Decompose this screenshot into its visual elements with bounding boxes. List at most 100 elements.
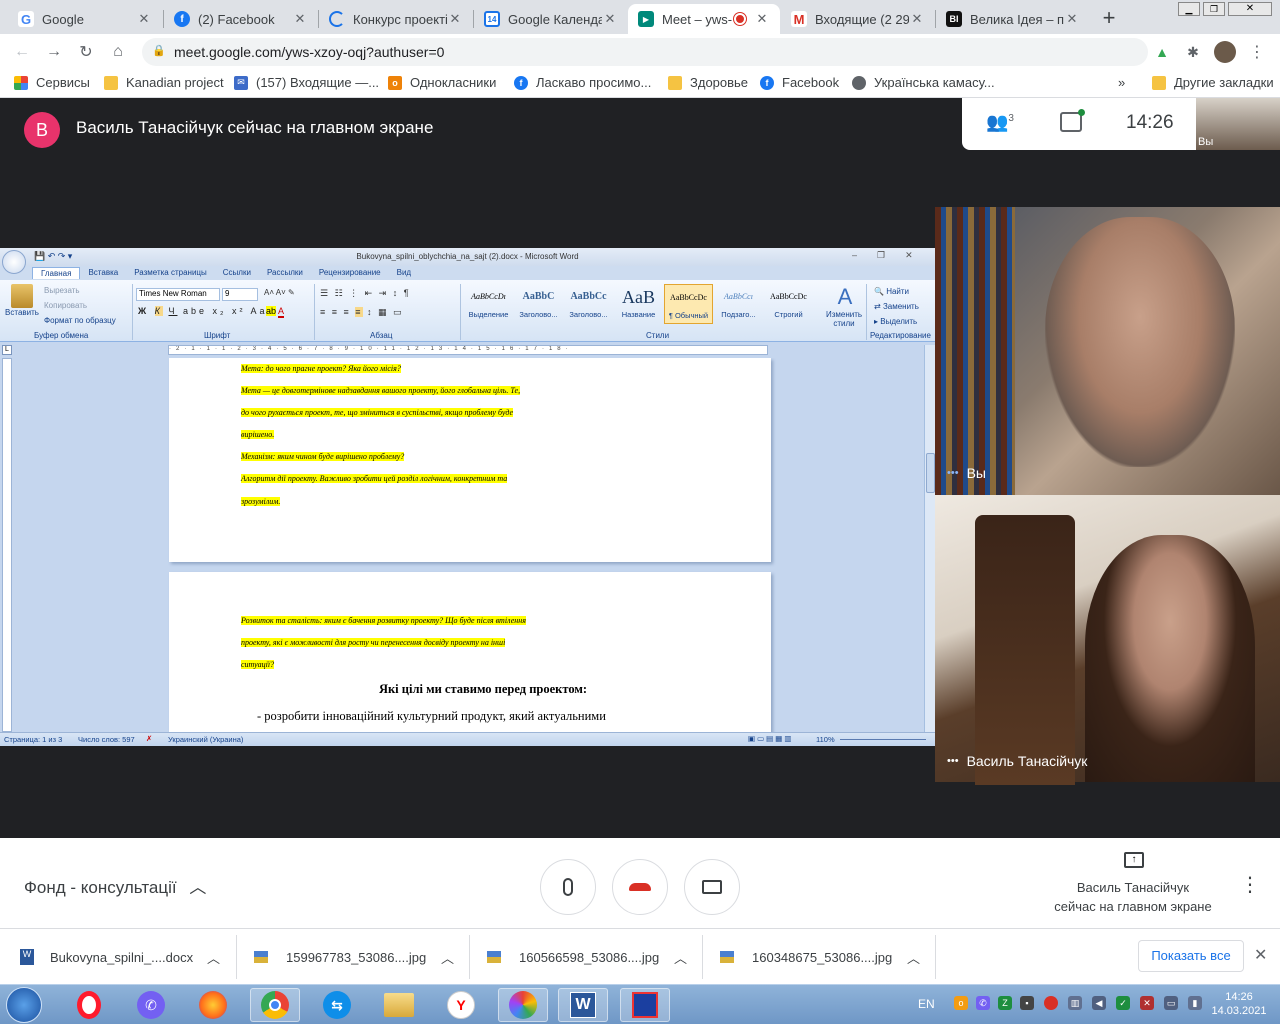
bookmark-kamasutra[interactable]: Українська камасу... (852, 75, 995, 90)
style-gallery-item[interactable]: AaBbCcDc Строгий (764, 284, 813, 324)
bookmark-inbox[interactable]: ✉ (157) Входящие —... (234, 75, 379, 90)
font-grow-shrink-icons[interactable]: A˄ A˅ ✎ (264, 288, 295, 297)
taskbar-firefox[interactable] (188, 988, 238, 1022)
chat-icon[interactable] (1060, 109, 1085, 132)
list-buttons[interactable]: ☰ ☷ ⋮ ⇤ ⇥ ↕ ¶ (320, 288, 411, 299)
tray-flag-icon[interactable]: ✕ (1140, 996, 1154, 1010)
bookmark-odnoklassniki[interactable]: о Однокласники (388, 75, 496, 90)
font-size-select[interactable]: 9 (222, 288, 258, 301)
bookmark-zdorovie[interactable]: Здоровье (668, 75, 748, 90)
tab-stop-selector[interactable]: L (2, 345, 12, 355)
view-mode-buttons[interactable]: ▣▭▤▦▥ (748, 734, 793, 743)
spellcheck-icon[interactable]: ✗ (146, 734, 152, 743)
tray-app-icon[interactable]: ▪ (1020, 996, 1034, 1010)
horizontal-ruler[interactable]: ·2·1·1·1·2·3·4·5·6·7·8·9·10·11·12·13·14·… (168, 345, 768, 355)
home-icon[interactable]: ⌂ (106, 40, 130, 64)
bookmark-facebook[interactable]: f Facebook (760, 75, 839, 90)
close-tab-icon[interactable]: ✕ (602, 11, 618, 27)
tray-check-icon[interactable]: ✓ (1116, 996, 1130, 1010)
window-close-button[interactable]: ✕ (1228, 2, 1272, 16)
taskbar-teamviewer[interactable]: ⇆ (312, 988, 362, 1022)
self-view-thumbnail[interactable]: Вы (1196, 98, 1280, 150)
address-bar[interactable]: 🔒 meet.google.com/yws-xzoy-oqj?authuser=… (142, 38, 1148, 66)
document-canvas[interactable]: Мета: до чого прагне проект? Яка його мі… (14, 358, 924, 732)
close-tab-icon[interactable]: ✕ (447, 11, 463, 27)
download-item[interactable]: 160348675_53086....jpg ︿ (720, 929, 934, 985)
taskbar-picasa[interactable] (498, 988, 548, 1022)
ribbon-tab-insert[interactable]: Вставка (80, 267, 126, 279)
copy-button[interactable]: Копировать (44, 301, 87, 310)
bookmark-other[interactable]: Другие закладки (1152, 75, 1274, 90)
close-tab-icon[interactable]: ✕ (1064, 11, 1080, 27)
close-tab-icon[interactable]: ✕ (136, 11, 152, 27)
tab-gmail[interactable]: M Входящие (2 292 ✕ (781, 4, 935, 34)
reload-icon[interactable]: ↻ (74, 40, 98, 64)
status-language[interactable]: Украинский (Украина) (168, 735, 243, 744)
tab-konkurs[interactable]: Конкурс проекті ✕ (319, 4, 473, 34)
profile-avatar[interactable] (1213, 40, 1237, 64)
download-item[interactable]: 160566598_53086....jpg ︿ (487, 929, 701, 985)
style-gallery-item[interactable]: AaBbCcı Подзаго... (714, 284, 763, 324)
style-gallery-item[interactable]: AaB Название (614, 284, 663, 324)
format-painter-button[interactable]: Формат по образцу (44, 316, 116, 325)
vertical-scrollbar[interactable] (924, 345, 935, 732)
style-gallery-item[interactable]: AaBbCc Заголово... (564, 284, 613, 324)
tray-display-icon[interactable]: ▭ (1164, 996, 1178, 1010)
style-gallery-item[interactable]: AaBbCcDı Выделение (464, 284, 513, 324)
bookmark-kanadian[interactable]: Kanadian project (104, 75, 224, 90)
close-downloads-icon[interactable]: ✕ (1254, 945, 1267, 965)
ribbon-tab-references[interactable]: Ссылки (215, 267, 259, 279)
ribbon-tab-home[interactable]: Главная (32, 267, 81, 279)
taskbar-yandex[interactable]: Y (436, 988, 486, 1022)
puzzle-extensions-icon[interactable]: ✱ (1181, 40, 1205, 64)
chevron-up-icon[interactable]: ︿ (907, 948, 920, 967)
close-tab-icon[interactable]: ✕ (754, 11, 770, 27)
taskbar-viber[interactable]: ✆ (126, 988, 176, 1022)
find-button[interactable]: 🔍 Найти (874, 287, 909, 296)
show-all-downloads-button[interactable]: Показать все (1138, 940, 1244, 972)
zoom-slider[interactable] (840, 739, 926, 740)
taskbar-word[interactable]: W (558, 988, 608, 1022)
ribbon-tab-layout[interactable]: Разметка страницы (126, 267, 215, 279)
presenting-status[interactable]: Василь Танасійчук сейчас на главном экра… (1040, 878, 1226, 916)
zoom-level[interactable]: 110% (816, 735, 835, 744)
style-gallery-item[interactable]: AaBbC Заголово... (514, 284, 563, 324)
bookmarks-overflow-icon[interactable]: » (1118, 75, 1125, 90)
chevron-up-icon[interactable]: ︿ (674, 948, 687, 967)
meeting-details-toggle[interactable]: Фонд - консультації ︿ (24, 873, 206, 898)
taskbar-save-app[interactable] (620, 988, 670, 1022)
cut-button[interactable]: Вырезать (44, 286, 80, 295)
shared-screen-word-window[interactable]: 💾 ↶ ↷ ▾ Bukovyna_spilni_oblychchia_na_sa… (0, 248, 935, 746)
office-button-icon[interactable] (2, 250, 26, 274)
status-words[interactable]: Число слов: 597 (78, 735, 135, 744)
tray-viber-icon[interactable]: ✆ (976, 996, 990, 1010)
ribbon-tab-view[interactable]: Вид (389, 267, 419, 279)
bookmark-services[interactable]: Сервисы (14, 75, 90, 90)
replace-button[interactable]: ⇄ Заменить (874, 302, 919, 311)
more-options-icon[interactable]: ⋮ (1240, 872, 1260, 897)
close-tab-icon[interactable]: ✕ (909, 11, 925, 27)
participants-icon[interactable]: 👥3 (986, 112, 1014, 133)
paste-button[interactable]: Вставить (4, 284, 40, 328)
menu-kebab-icon[interactable]: ⋮ (1245, 40, 1269, 64)
tray-volume-icon[interactable]: ◀ (1092, 996, 1106, 1010)
participant-tile-vasyl[interactable]: ••• Василь Танасійчук (935, 495, 1280, 785)
keyboard-language[interactable]: EN (918, 997, 935, 1011)
tray-z-icon[interactable]: Z (998, 996, 1012, 1010)
tray-network-icon[interactable]: ▥ (1068, 996, 1082, 1010)
ribbon-tab-mailings[interactable]: Рассылки (259, 267, 311, 279)
alignment-buttons[interactable]: ≡ ≡ ≡ ≡ ↕ ▦ ▭ (320, 307, 404, 318)
tab-calendar[interactable]: 14 Google Календа ✕ (474, 4, 628, 34)
microphone-button[interactable] (540, 859, 596, 915)
style-gallery-item[interactable]: AaBbCcDc ¶ Обычный (664, 284, 713, 324)
download-item[interactable]: W Bukovyna_spilni_....docx ︿ (20, 929, 234, 985)
scrollbar-thumb[interactable] (926, 453, 935, 493)
chevron-up-icon[interactable]: ︿ (441, 948, 454, 967)
camera-button[interactable] (684, 859, 740, 915)
font-name-select[interactable]: Times New Roman (136, 288, 220, 301)
window-restore-button[interactable]: ❐ (1203, 2, 1225, 16)
font-format-buttons[interactable]: Ж К Ч abe x₂ x² Aa (138, 306, 268, 316)
extension-drive-icon[interactable]: ▲ (1150, 40, 1174, 64)
change-styles-button[interactable]: Изменить стили (824, 310, 864, 328)
ribbon-tab-review[interactable]: Рецензирование (311, 267, 389, 279)
